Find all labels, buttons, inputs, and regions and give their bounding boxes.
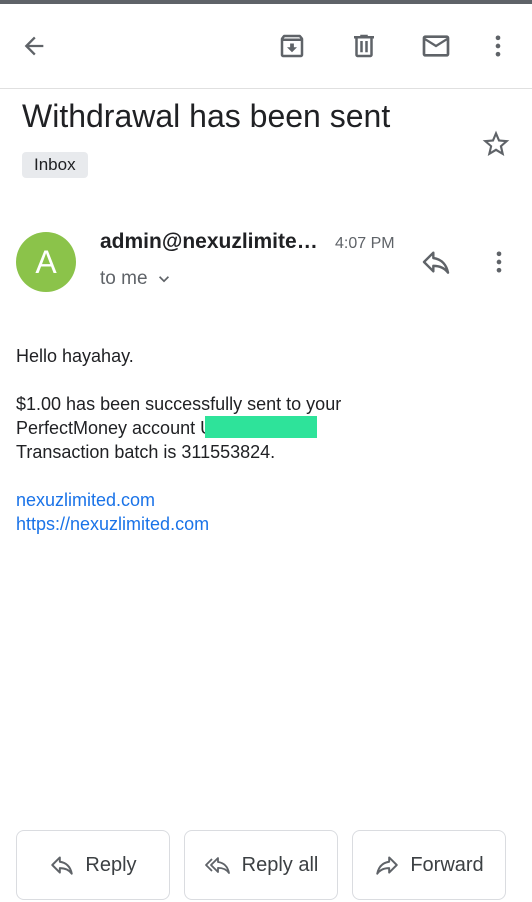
reply-button[interactable]: Reply	[16, 830, 170, 900]
body-link-domain[interactable]: nexuzlimited.com	[16, 488, 516, 512]
mark-unread-button[interactable]	[414, 26, 458, 66]
forward-label: Forward	[410, 853, 484, 876]
more-vert-icon	[495, 35, 501, 57]
body-line-2: PerfectMoney account U	[16, 416, 516, 440]
recipient-label: to me	[100, 268, 148, 289]
email-body: Hello hayahay. $1.00 has been successful…	[16, 344, 516, 536]
star-button[interactable]	[480, 128, 512, 165]
body-greeting: Hello hayahay.	[16, 346, 134, 366]
body-line-2-text: PerfectMoney account U	[16, 418, 214, 438]
archive-icon	[280, 34, 304, 58]
chevron-down-icon	[158, 276, 169, 283]
body-line-1: $1.00 has been successfully sent to your	[16, 394, 342, 414]
app-bar	[0, 4, 532, 89]
reply-label: Reply	[85, 853, 137, 876]
sender-avatar[interactable]: A	[16, 232, 76, 292]
reply-all-button[interactable]: Reply all	[184, 830, 338, 900]
reply-icon-button[interactable]	[416, 244, 456, 280]
mail-icon	[422, 35, 450, 57]
back-button[interactable]	[14, 26, 54, 66]
forward-icon	[376, 856, 399, 875]
email-time: 4:07 PM	[335, 235, 395, 252]
more-options-button[interactable]	[480, 26, 516, 66]
star-outline-icon	[482, 130, 510, 156]
more-vert-icon	[496, 251, 502, 273]
reply-all-icon	[204, 857, 230, 874]
reply-icon	[422, 251, 450, 274]
body-line-3: Transaction batch is 311553824.	[16, 442, 276, 462]
arrow-back-icon	[24, 36, 44, 56]
reply-icon	[51, 856, 74, 875]
trash-icon	[354, 34, 374, 58]
action-bar: Reply Reply all Forward	[16, 830, 508, 902]
delete-button[interactable]	[344, 26, 384, 66]
archive-button[interactable]	[272, 26, 312, 66]
forward-button[interactable]: Forward	[352, 830, 506, 900]
recipient-toggle[interactable]: to me	[100, 268, 174, 290]
redaction-block	[205, 416, 318, 438]
message-more-button[interactable]	[484, 244, 514, 280]
sender-address[interactable]: admin@nexuzlimited.com	[100, 230, 325, 254]
inbox-label-chip[interactable]: Inbox	[22, 152, 88, 178]
reply-all-label: Reply all	[241, 853, 319, 876]
email-subject: Withdrawal has been sent	[22, 98, 391, 134]
body-link-url[interactable]: https://nexuzlimited.com	[16, 512, 516, 536]
